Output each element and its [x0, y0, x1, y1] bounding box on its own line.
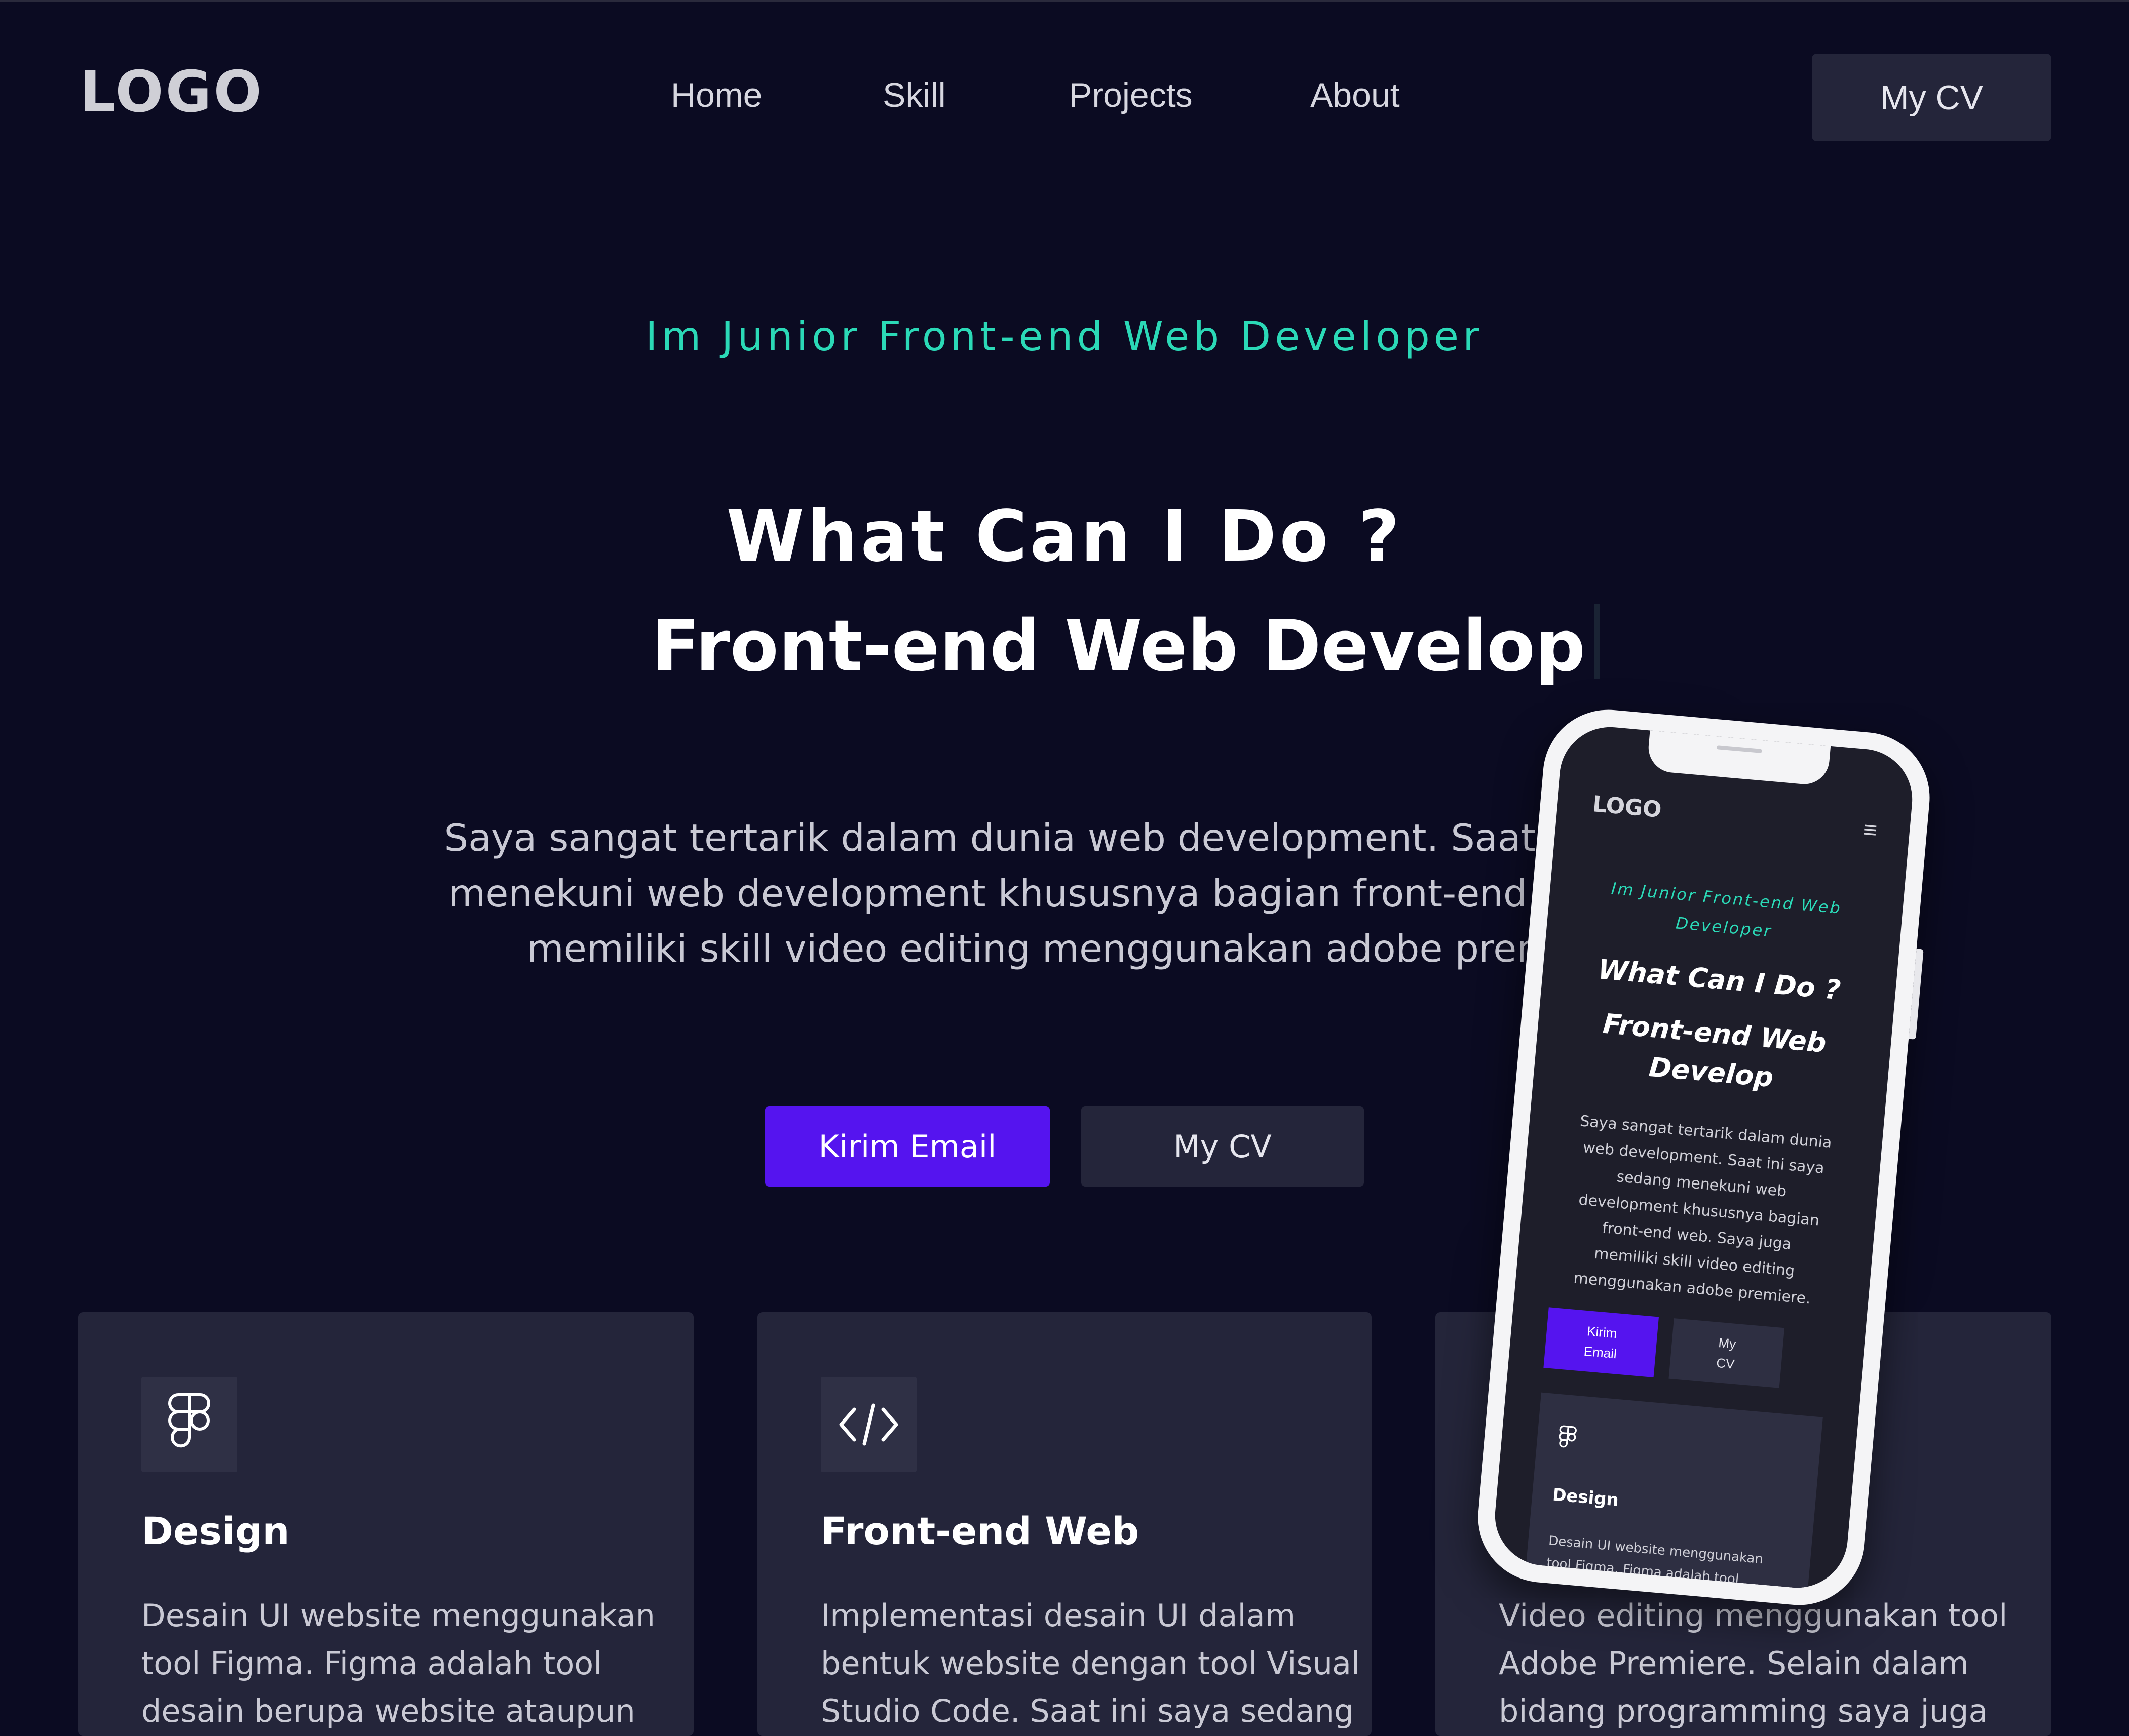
send-email-button[interactable]: Kirim Email [765, 1106, 1050, 1187]
hero-description-line: Saya sangat tertarik dalam dunia web dev… [444, 816, 1670, 860]
mobile-subtitle: Im Junior Front-end Web Developer [1610, 879, 1843, 941]
typed-role-text: Front-end Web Develop [652, 605, 1586, 687]
code-icon [821, 1377, 917, 1472]
mobile-design-card: Design Desain UI website menggunakan too… [1524, 1392, 1823, 1592]
mobile-cv-button: My CV [1668, 1318, 1785, 1388]
top-border [0, 0, 2129, 2]
hero-heading: What Can I Do ? [726, 496, 1403, 578]
figma-icon [1556, 1425, 1579, 1455]
mobile-heading: What Can I Do ? [1596, 953, 1842, 1006]
mobile-description: Saya sangat tertarik dalam dunia web dev… [1573, 1112, 1833, 1308]
hero-description-line: menekuni web development khususnya bagia… [448, 871, 1665, 915]
mobile-email-button: Kirim Email [1543, 1307, 1659, 1377]
mobile-card-description: Desain UI website menggunakan tool Figma… [1546, 1533, 1764, 1588]
card-description: Video editing menggunakan tool Adobe Pre… [1499, 1597, 2008, 1729]
mobile-role: Front-end Web Develop [1602, 1007, 1828, 1094]
hero-cv-button[interactable]: My CV [1081, 1106, 1364, 1187]
mobile-logo: LOGO [1591, 791, 1663, 823]
my-cv-button[interactable]: My CV [1812, 54, 2051, 141]
nav-projects[interactable]: Projects [1069, 75, 1193, 115]
hero-subtitle: Im Junior Front-end Web Developer [645, 313, 1484, 360]
phone-mockup: LOGO ≡ Im Junior Front-end Web Developer… [1472, 704, 1935, 1611]
phone-screen: LOGO ≡ Im Junior Front-end Web Developer… [1491, 723, 1917, 1592]
nav-home[interactable]: Home [671, 75, 762, 115]
card-description: Implementasi desain UI dalam bentuk webs… [821, 1597, 1360, 1729]
nav-skill[interactable]: Skill [883, 75, 946, 115]
figma-icon [141, 1377, 237, 1472]
logo[interactable]: LOGO [80, 59, 264, 125]
skill-card-frontend: Front-end Web Implementasi desain UI dal… [757, 1312, 1372, 1736]
hero-description-line: memiliki skill video editing menggunakan… [526, 926, 1587, 971]
hamburger-icon: ≡ [1862, 816, 1879, 844]
card-title: Design [141, 1509, 290, 1553]
typing-caret [1594, 604, 1600, 679]
card-description: Desain UI website menggunakan tool Figma… [141, 1597, 655, 1729]
hero-description: Saya sangat tertarik dalam dunia web dev… [403, 810, 1711, 976]
hero-typed-role: Front-end Web Develop [652, 604, 1600, 687]
mobile-card-title: Design [1551, 1484, 1620, 1511]
skill-card-design: Design Desain UI website menggunakan too… [78, 1312, 694, 1736]
card-title: Front-end Web [821, 1509, 1139, 1553]
phone-side-button [1909, 949, 1924, 1040]
nav-about[interactable]: About [1310, 75, 1400, 115]
